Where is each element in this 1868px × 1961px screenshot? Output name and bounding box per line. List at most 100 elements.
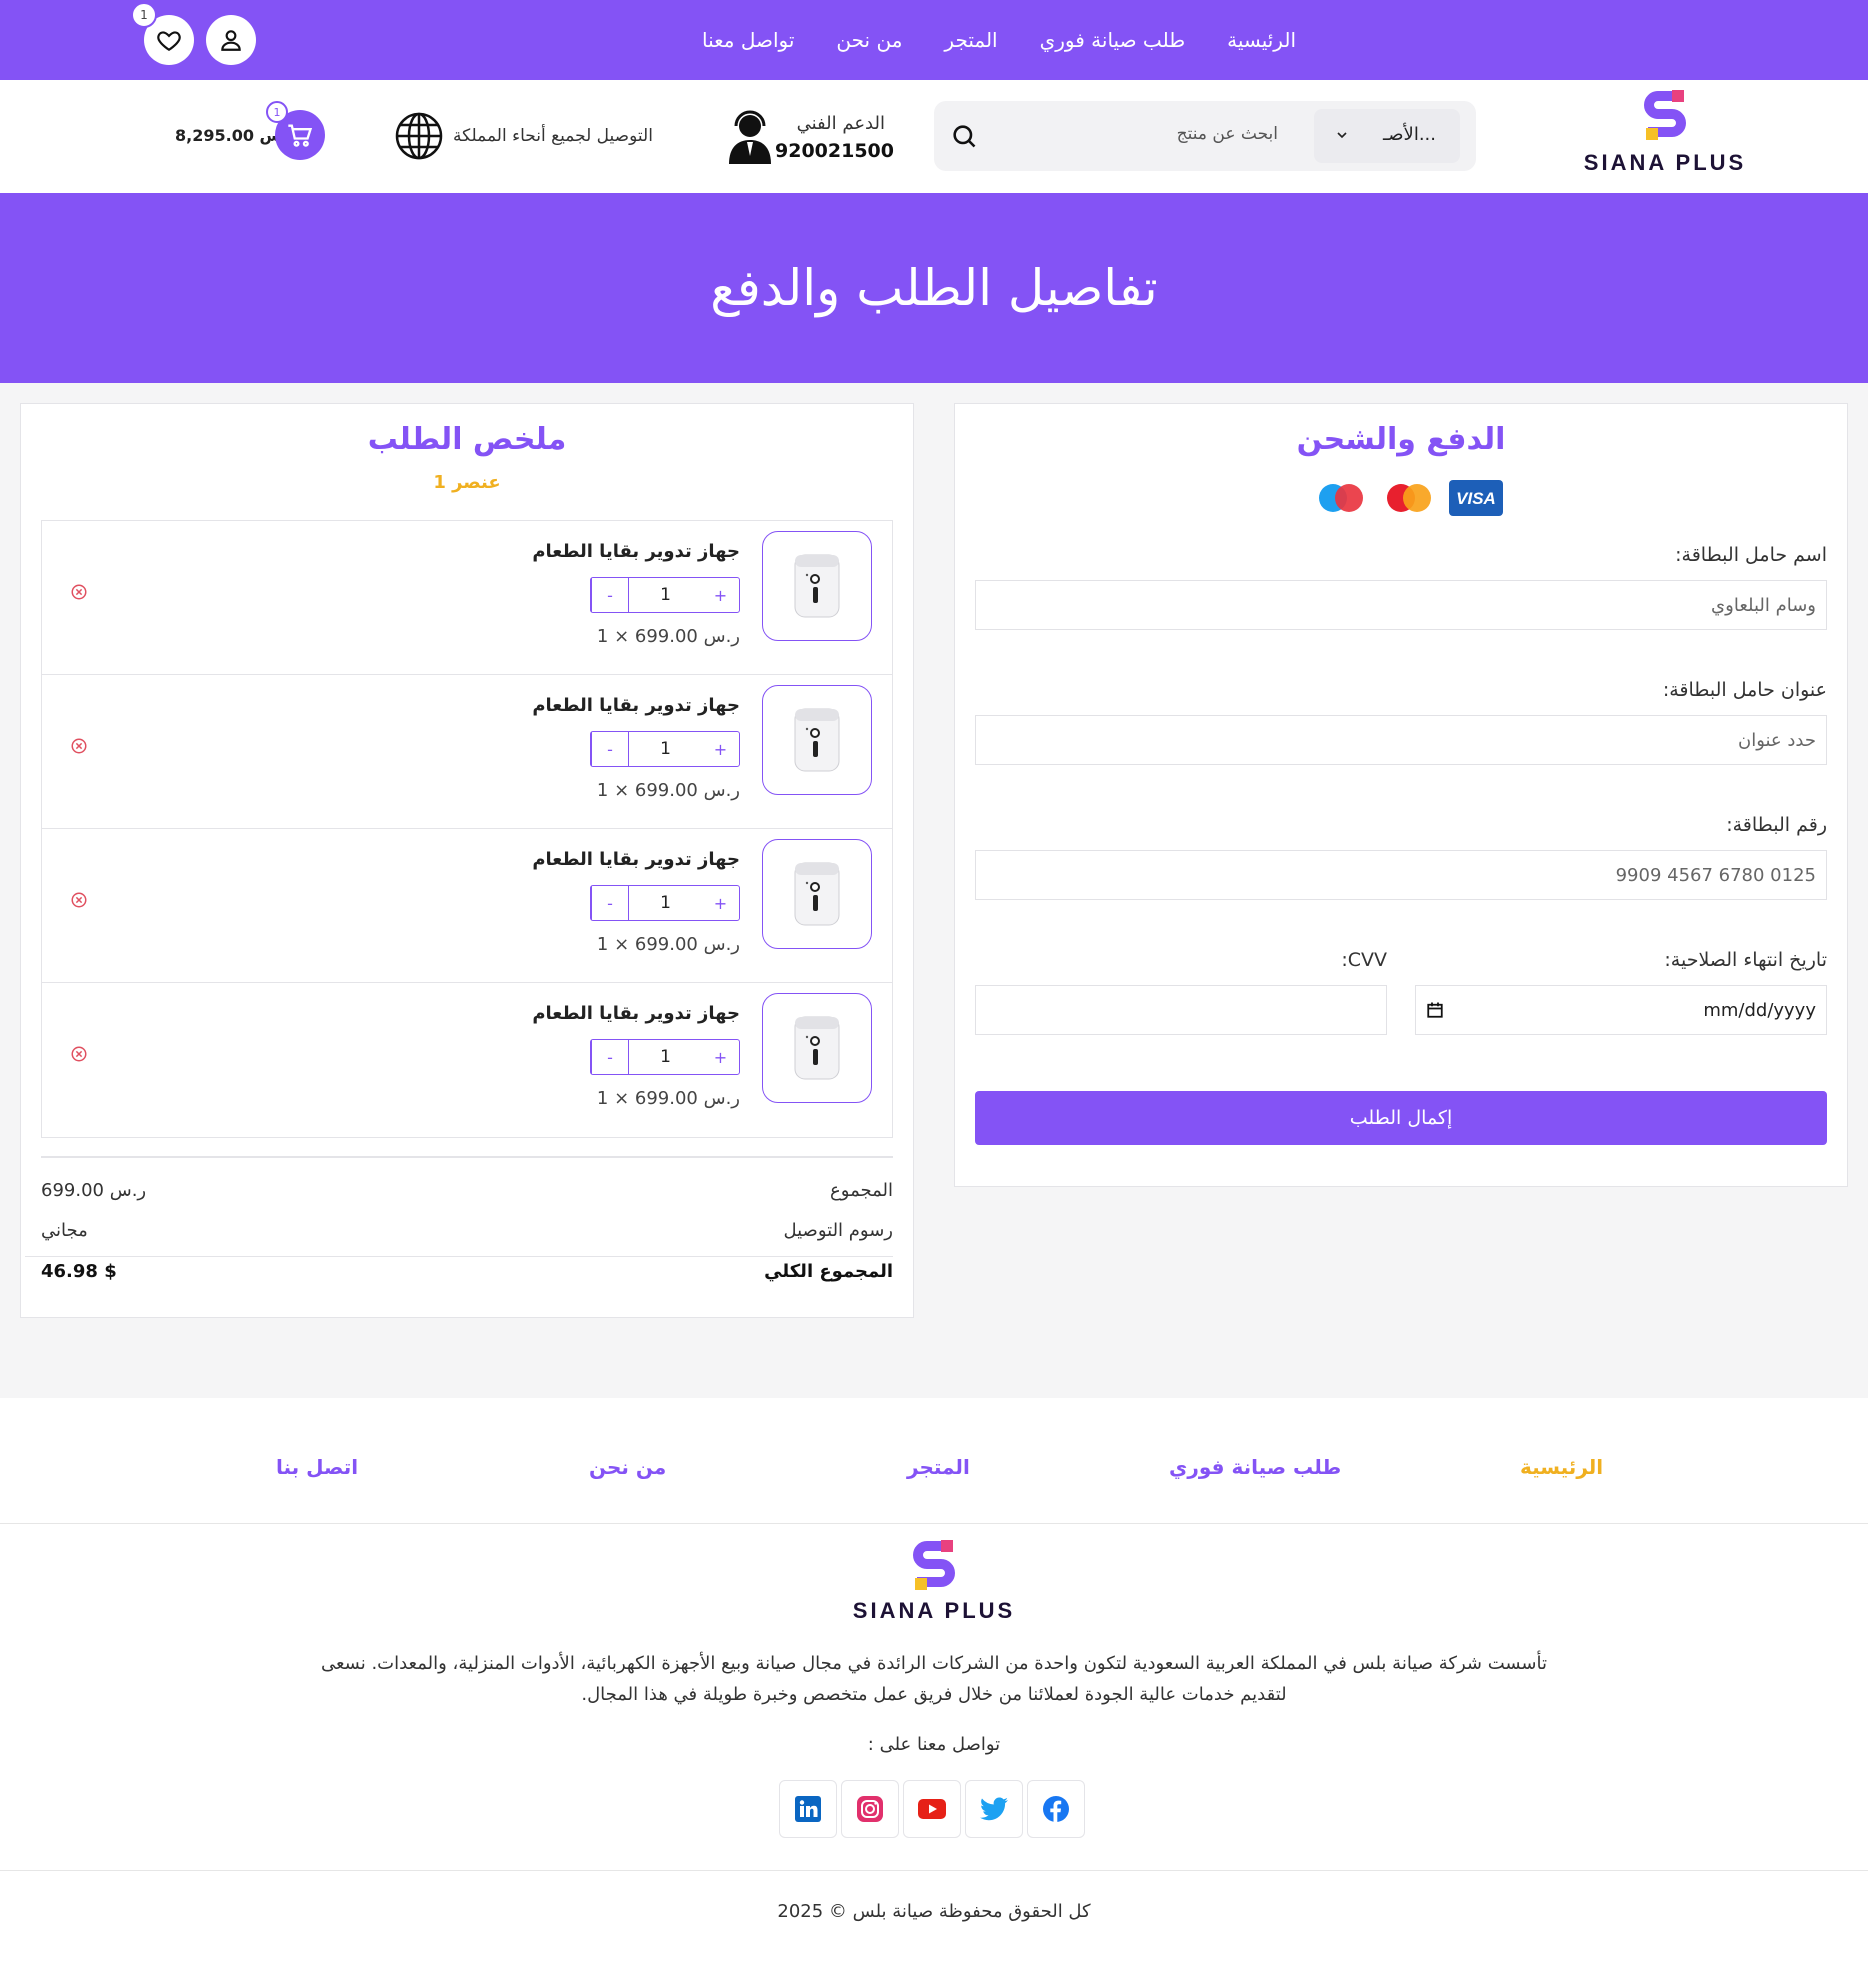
product-thumbnail[interactable] xyxy=(762,993,872,1103)
quantity-input[interactable]: 1 xyxy=(628,732,702,766)
about-text: تأسست شركة صيانة بلس في المملكة العربية … xyxy=(320,1653,1548,1705)
top-bar: الرئيسية طلب صيانة فوري المتجر من نحن تو… xyxy=(0,0,1868,80)
total-value: 46.98 $ xyxy=(41,1261,117,1282)
nav-shop[interactable]: المتجر xyxy=(944,28,997,52)
svg-text:VISA: VISA xyxy=(1456,489,1496,508)
card-number-input[interactable]: 9909 4567 6780 0125 xyxy=(975,850,1827,900)
product-price: 1 × 699.00 ر.س xyxy=(596,934,740,955)
social-links xyxy=(779,1780,1085,1838)
quantity-minus-button[interactable]: - xyxy=(591,732,628,766)
product-name[interactable]: جهاز تدوير بقايا الطعام xyxy=(532,849,740,870)
wishlist-button[interactable]: 1 xyxy=(131,2,194,65)
product-price: 1 × 699.00 ر.س xyxy=(596,1088,740,1109)
quantity-input[interactable]: 1 xyxy=(628,578,702,612)
account-button[interactable] xyxy=(206,15,256,65)
remove-item-icon[interactable] xyxy=(70,583,88,601)
support-number[interactable]: 920021500 xyxy=(775,140,894,162)
remove-item-icon[interactable] xyxy=(70,1045,88,1063)
nav-home[interactable]: الرئيسية xyxy=(1227,28,1296,52)
shipping-text: التوصيل لجميع أنحاء المملكة xyxy=(453,126,653,146)
quantity-input[interactable]: 1 xyxy=(628,1040,702,1074)
nav-maintenance[interactable]: طلب صيانة فوري xyxy=(1040,28,1186,52)
quantity-minus-button[interactable]: - xyxy=(591,1040,628,1074)
quantity-minus-button[interactable]: - xyxy=(591,578,628,612)
globe-icon xyxy=(395,112,443,160)
quantity-plus-button[interactable]: + xyxy=(702,732,739,766)
logo-mark-icon xyxy=(913,1540,955,1590)
order-summary-card: ملخص الطلب 1 عنصر جهاز تدوير بقايا الطعا… xyxy=(20,403,914,1318)
footer-nav-shop[interactable]: المتجر xyxy=(907,1455,970,1479)
food-recycler-icon xyxy=(794,1016,840,1080)
quantity-input[interactable]: 1 xyxy=(628,886,702,920)
remove-item-icon[interactable] xyxy=(70,737,88,755)
remove-item-icon[interactable] xyxy=(70,891,88,909)
page-hero: تفاصيل الطلب والدفع xyxy=(0,193,1868,383)
quantity-plus-button[interactable]: + xyxy=(702,886,739,920)
instagram-link[interactable] xyxy=(841,1780,899,1838)
footer-nav-about[interactable]: من نحن xyxy=(589,1455,666,1479)
cart-item: جهاز تدوير بقايا الطعام - 1 + 1 × 699.00… xyxy=(42,983,892,1137)
delivery-label: رسوم التوصيل xyxy=(783,1220,893,1241)
site-logo[interactable]: SIANA PLUS xyxy=(1580,88,1750,176)
youtube-link[interactable] xyxy=(903,1780,961,1838)
product-thumbnail[interactable] xyxy=(762,839,872,949)
footer-nav-maintenance[interactable]: طلب صيانة فوري xyxy=(1169,1455,1341,1479)
card-address-input[interactable]: حدد عنوان xyxy=(975,715,1827,765)
card-name-label: اسم حامل البطاقة: xyxy=(1675,544,1827,566)
footer-nav-home[interactable]: الرئيسية xyxy=(1520,1455,1603,1479)
calendar-icon[interactable] xyxy=(1426,1001,1444,1019)
cart-count-badge: 1 xyxy=(266,101,288,123)
food-recycler-icon xyxy=(794,862,840,926)
copyright: كل الحقوق محفوظة صيانة بلس © 2025 xyxy=(0,1870,1868,1922)
heart-icon xyxy=(157,31,181,52)
quantity-stepper: - 1 + xyxy=(590,577,740,613)
facebook-link[interactable] xyxy=(1027,1780,1085,1838)
search-input[interactable]: ابحث عن منتج xyxy=(1177,124,1278,144)
product-thumbnail[interactable] xyxy=(762,685,872,795)
category-select-value: الأصـ... xyxy=(1383,124,1436,145)
card-name-input[interactable]: وسام البلعاوي xyxy=(975,580,1827,630)
product-name[interactable]: جهاز تدوير بقايا الطعام xyxy=(532,541,740,562)
card-brands: VISA xyxy=(1313,480,1503,516)
product-name[interactable]: جهاز تدوير بقايا الطعام xyxy=(532,1003,740,1024)
page-title: تفاصيل الطلب والدفع xyxy=(710,259,1158,317)
twitter-link[interactable] xyxy=(965,1780,1023,1838)
twitter-icon xyxy=(980,1797,1008,1821)
cvv-input[interactable] xyxy=(975,985,1387,1035)
support-agent-icon xyxy=(729,110,771,164)
expiry-label: تاريخ انتهاء الصلاحية: xyxy=(1664,949,1827,971)
quantity-stepper: - 1 + xyxy=(590,885,740,921)
category-select[interactable]: الأصـ... xyxy=(1314,109,1460,163)
support-info: الدعم الفني 920021500 xyxy=(725,108,894,168)
chevron-down-icon xyxy=(1337,132,1347,139)
nav-about[interactable]: من نحن xyxy=(836,28,902,52)
subtotal-value: 699.00 ر.س xyxy=(41,1180,147,1201)
contact-label: تواصل معنا على : xyxy=(867,1734,1001,1755)
expiry-input-value: mm/dd/yyyy xyxy=(1703,999,1816,1021)
payment-title: الدفع والشحن xyxy=(1296,422,1506,457)
product-name[interactable]: جهاز تدوير بقايا الطعام xyxy=(532,695,740,716)
expiry-input[interactable]: mm/dd/yyyy xyxy=(1415,985,1827,1035)
cart-widget[interactable]: 8,295.00 ر.س 1 xyxy=(175,101,325,160)
complete-order-button[interactable]: إكمال الطلب xyxy=(975,1091,1827,1145)
footer-logo[interactable]: SIANA PLUS xyxy=(834,1538,1034,1624)
quantity-plus-button[interactable]: + xyxy=(702,578,739,612)
quantity-plus-button[interactable]: + xyxy=(702,1040,739,1074)
quantity-minus-button[interactable]: - xyxy=(591,886,628,920)
nav-contact[interactable]: تواصل معنا xyxy=(702,28,794,52)
cart-icon xyxy=(288,124,313,147)
product-price: 1 × 699.00 ر.س xyxy=(596,626,740,647)
summary-title: ملخص الطلب xyxy=(367,422,567,457)
payment-card: الدفع والشحن VISA اسم حامل البطاقة: وسام… xyxy=(954,403,1848,1187)
search-icon[interactable] xyxy=(950,122,978,150)
delivery-value: مجاني xyxy=(41,1220,88,1241)
subtotal-label: المجموع xyxy=(830,1180,893,1201)
footer-nav-contact[interactable]: اتصل بنا xyxy=(276,1455,358,1479)
product-thumbnail[interactable] xyxy=(762,531,872,641)
card-number-label: رقم البطاقة: xyxy=(1726,814,1827,836)
cart-item: جهاز تدوير بقايا الطعام - 1 + 1 × 699.00… xyxy=(42,675,892,829)
footer-nav: الرئيسية طلب صيانة فوري المتجر من نحن ات… xyxy=(0,1398,1868,1524)
search-bar: الأصـ... ابحث عن منتج xyxy=(934,101,1476,171)
item-count: 1 عنصر xyxy=(433,472,501,493)
linkedin-link[interactable] xyxy=(779,1780,837,1838)
